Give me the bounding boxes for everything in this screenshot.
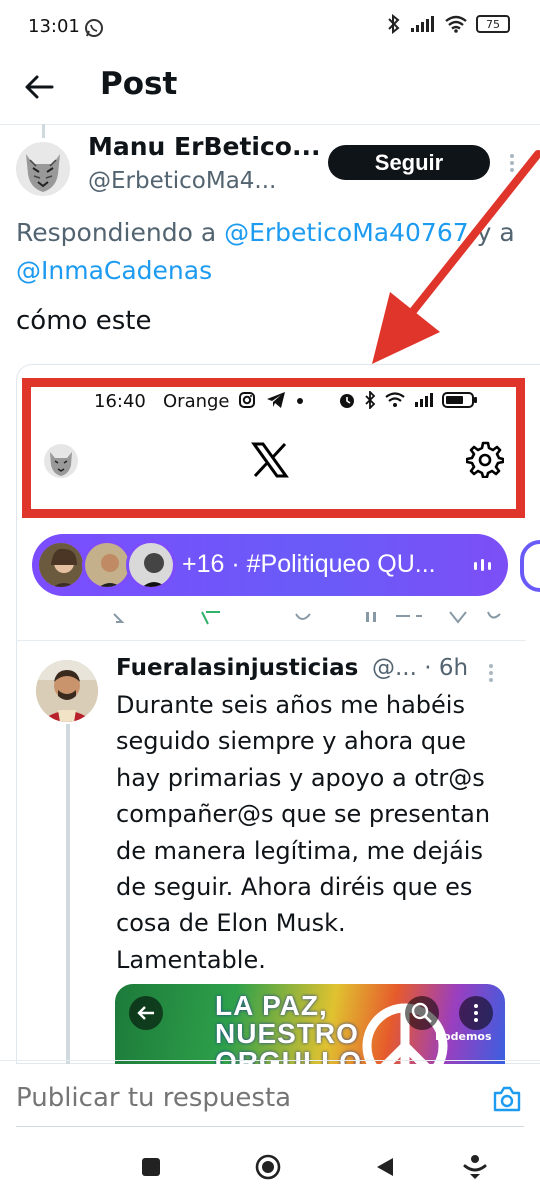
back-arrow-icon[interactable] [22,70,56,104]
tweet-body-line: de seguir. Ahora diréis que es [116,873,473,902]
tweet-body-line: hay primarias y apoyo a otr@s [116,763,485,792]
header-divider [0,124,540,125]
tweet-author-handle-time[interactable]: @... · 6h [372,655,468,681]
tweet-body: Durante seis años me habéis seguido siem… [116,687,516,978]
home-button[interactable] [255,1154,281,1180]
reply-input-underline [16,1126,524,1127]
tweet-body-line: seguido siempre y ahora que [116,727,467,756]
status-bar: 13:01 75 [0,0,540,56]
camera-icon[interactable] [492,1085,522,1113]
media-brand: Podemos [435,1030,492,1043]
page-title: Post [100,66,178,102]
media-back-button[interactable] [129,996,163,1030]
signal-icon [411,16,434,32]
tweet-body-line: compañer@s que se presentan [116,800,491,829]
tweet-actions-partial [113,611,501,625]
author-name[interactable]: Manu ErBetico... [88,132,320,161]
bluetooth-icon [388,14,400,34]
spaces-avatar [82,540,132,590]
media-headline-line: NUESTRO [215,1018,359,1049]
replying-to-label: Respondiendo a [16,218,225,247]
reply-mention-link-2[interactable]: @InmaCadenas [16,256,212,285]
avatar[interactable] [16,142,70,196]
composer-divider [0,1060,540,1061]
search-icon [411,1002,432,1023]
media-search-button[interactable] [405,996,439,1030]
red-highlight-box [22,378,525,518]
audio-bars-icon [474,559,491,571]
wifi-icon [445,15,467,33]
media-headline-line: ORGULLO [215,1046,362,1065]
media-headline: LA PAZ, NUESTRO ORGULLO [215,990,362,1065]
spaces-avatar [36,540,86,590]
embedded-divider [16,640,526,641]
thread-line [66,724,70,1064]
status-time: 13:01 [28,16,80,37]
tweet-body-line: Lamentable. [116,945,266,974]
status-icons: 75 [386,14,510,34]
tweet-author-avatar[interactable] [36,660,98,722]
spaces-title: +16 · #Politiqueo QU... [182,550,436,578]
back-arrow-icon [137,1006,154,1020]
tweet-body-line: Durante seis años me habéis [116,691,465,719]
back-button[interactable] [374,1156,396,1178]
reply-input[interactable] [16,1083,476,1113]
more-options-icon[interactable] [486,662,496,684]
battery-icon: 75 [476,15,510,33]
spaces-avatar [126,540,176,590]
thread-line [42,124,45,138]
media-headline-line: LA PAZ, [215,990,328,1021]
more-options-icon [474,1004,478,1022]
tweet-media[interactable]: LA PAZ, NUESTRO ORGULLO Podemos [115,984,505,1064]
recent-apps-button[interactable] [142,1158,160,1176]
tweet-text: cómo este [16,306,152,336]
spaces-banner[interactable]: +16 · #Politiqueo QU... [32,534,508,596]
whatsapp-icon [85,19,103,37]
tweet-body-line: cosa de Elon Musk. [116,909,346,938]
red-arrow-annotation [372,150,540,364]
media-more-button[interactable] [459,996,493,1030]
author-handle[interactable]: @ErbeticoMa4... [88,168,276,194]
assistant-button[interactable] [462,1154,488,1180]
tweet-body-line: de manera legítima, me dejáis [116,836,483,865]
tweet-author-name[interactable]: Fueralasinjusticias [116,655,358,681]
